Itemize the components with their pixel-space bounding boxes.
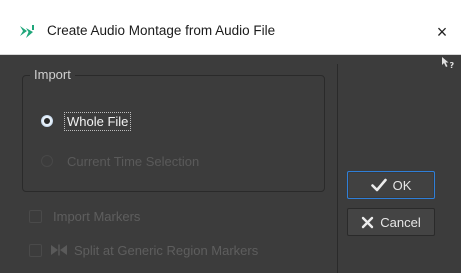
current-time-selection-label: Current Time Selection	[67, 153, 200, 169]
import-group-title: Import	[30, 67, 75, 82]
svg-text:?: ?	[450, 61, 455, 70]
close-button[interactable]: ×	[427, 18, 457, 46]
import-markers-label: Import Markers	[53, 208, 141, 224]
checkmark-icon	[370, 178, 387, 192]
whole-file-label[interactable]: Whole File	[63, 111, 132, 131]
import-group: Import Whole File Current Time Selection	[22, 67, 325, 192]
whole-file-radio-option[interactable]: Whole File	[41, 109, 132, 133]
ok-button[interactable]: OK	[347, 171, 435, 199]
split-generic-region-markers-option: Split at Generic Region Markers	[29, 240, 258, 260]
split-generic-region-markers-label: Split at Generic Region Markers	[74, 242, 259, 258]
cancel-button[interactable]: Cancel	[347, 208, 435, 236]
split-generic-region-markers-checkbox	[29, 243, 42, 257]
current-time-selection-radio	[41, 155, 53, 167]
title-bar: Create Audio Montage from Audio File ×	[0, 0, 461, 55]
import-markers-option: Import Markers	[29, 206, 140, 226]
ok-label: OK	[392, 177, 412, 193]
region-marker-icon	[51, 244, 67, 256]
window-title: Create Audio Montage from Audio File	[47, 23, 276, 38]
vertical-divider	[337, 64, 338, 273]
whole-file-radio[interactable]	[41, 115, 53, 127]
cancel-label: Cancel	[380, 214, 421, 230]
audio-montage-icon	[20, 25, 34, 38]
current-time-selection-radio-option: Current Time Selection	[41, 149, 201, 173]
import-markers-checkbox	[29, 209, 42, 223]
x-icon	[362, 216, 374, 228]
whats-this-help-icon[interactable]: ?	[441, 56, 455, 70]
